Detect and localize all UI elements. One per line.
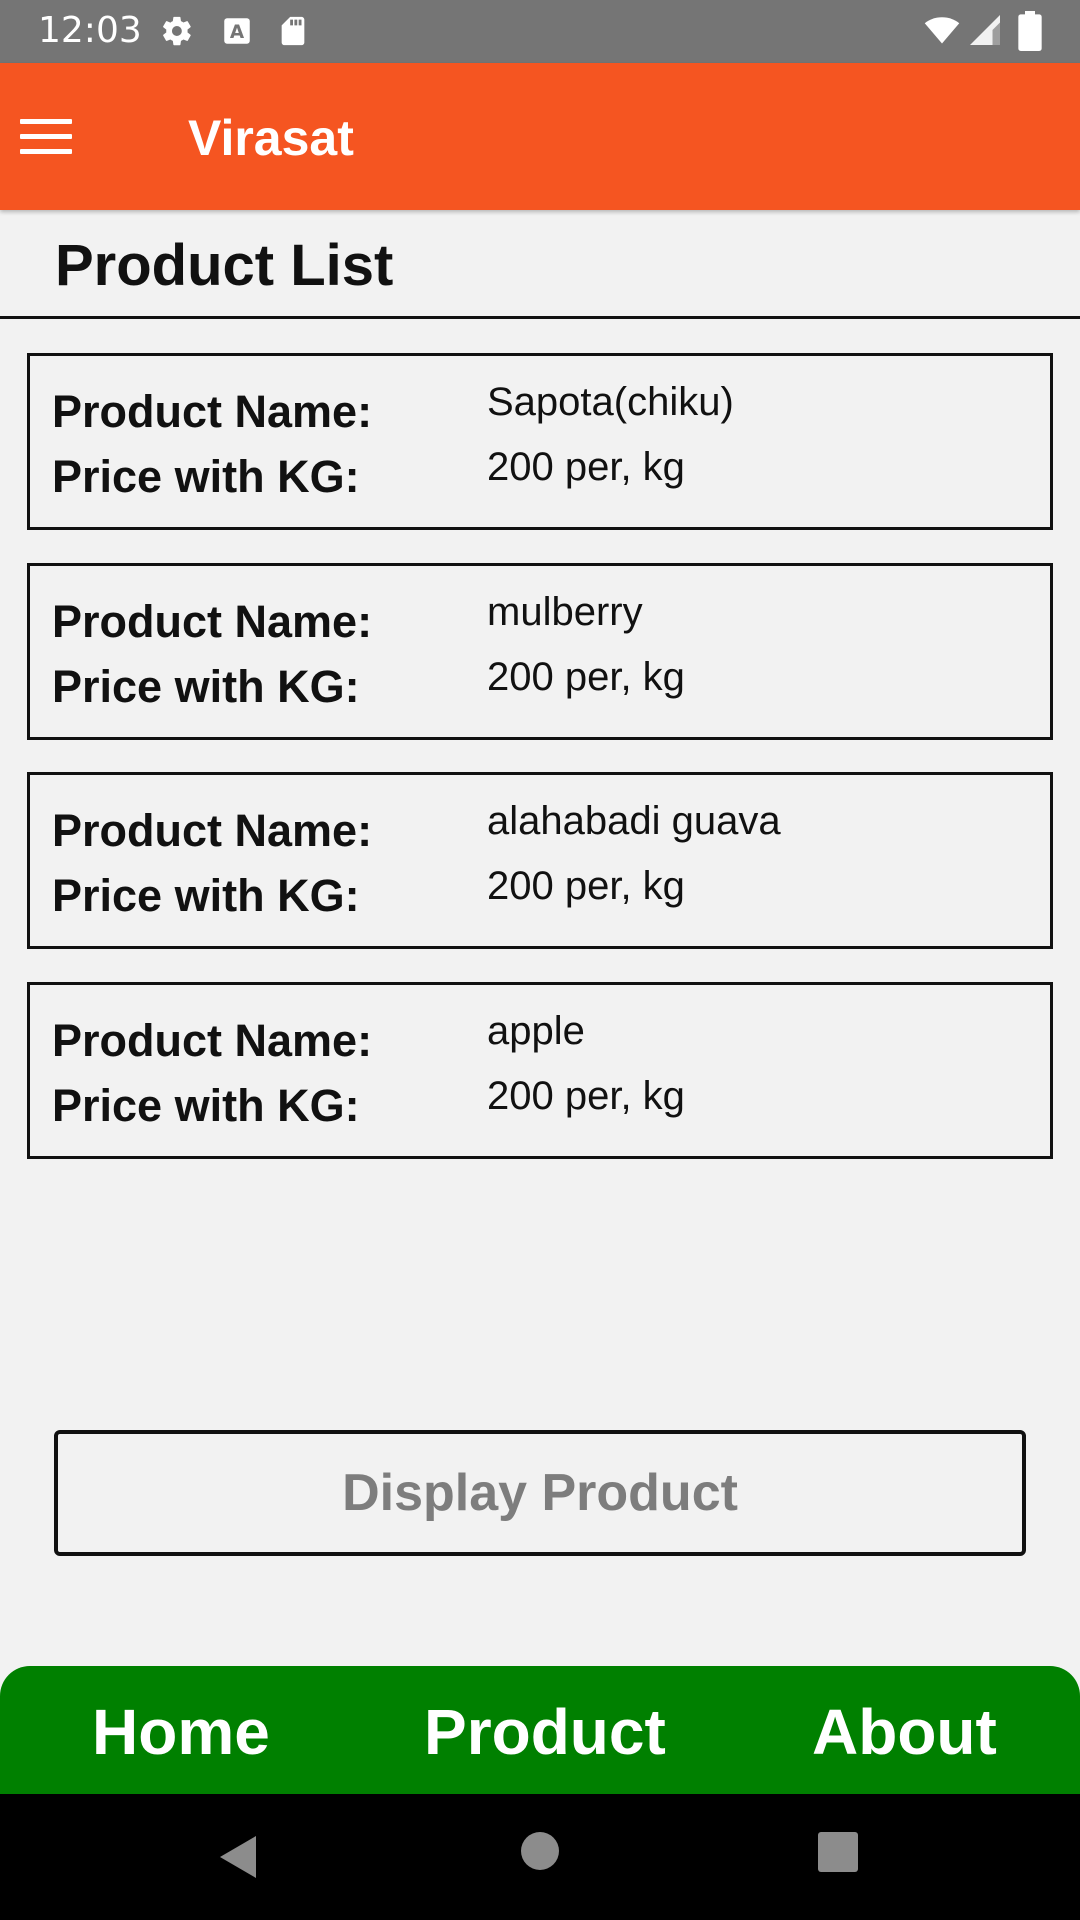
sd-card-icon xyxy=(281,16,305,46)
product-price-label: Price with KG: xyxy=(52,451,360,502)
product-name-value: Sapota(chiku) xyxy=(487,380,734,424)
bottom-nav: Home Product About xyxy=(0,1666,1080,1794)
product-card: Product Name: Sapota(chiku) Price with K… xyxy=(27,353,1053,530)
product-price-label: Price with KG: xyxy=(52,870,360,921)
signal-icon xyxy=(970,15,1000,45)
wifi-icon xyxy=(924,17,960,44)
svg-text:A: A xyxy=(230,22,245,43)
nav-item-product[interactable]: Product xyxy=(424,1696,666,1768)
settings-icon xyxy=(163,16,191,46)
product-price-value: 200 per, kg xyxy=(487,1074,685,1118)
product-name-label: Product Name: xyxy=(52,596,373,647)
product-price-value: 200 per, kg xyxy=(487,655,685,699)
home-circle-icon[interactable] xyxy=(520,1831,560,1871)
page-title: Product List xyxy=(55,233,394,298)
status-time: 12:03 xyxy=(38,10,142,51)
product-name-label: Product Name: xyxy=(52,386,373,437)
app-bar: Virasat xyxy=(0,63,1080,210)
a-notification-icon: A xyxy=(224,18,250,44)
product-price-label: Price with KG: xyxy=(52,661,360,712)
title-divider xyxy=(0,316,1080,319)
product-name-label: Product Name: xyxy=(52,805,373,856)
system-nav-bar xyxy=(0,1794,1080,1920)
product-price-label: Price with KG: xyxy=(52,1080,360,1131)
product-name-value: apple xyxy=(487,1009,585,1053)
app-title: Virasat xyxy=(188,110,354,166)
product-name-value: mulberry xyxy=(487,590,643,634)
product-card: Product Name: apple Price with KG: 200 p… xyxy=(27,982,1053,1159)
recents-icon[interactable] xyxy=(818,1832,858,1872)
display-product-button[interactable]: Display Product xyxy=(54,1430,1026,1556)
back-icon[interactable] xyxy=(216,1834,260,1880)
battery-icon xyxy=(1018,11,1042,51)
status-bar: 12:03 A xyxy=(0,0,1080,63)
product-name-label: Product Name: xyxy=(52,1015,373,1066)
product-card: Product Name: alahabadi guava Price with… xyxy=(27,772,1053,949)
product-price-value: 200 per, kg xyxy=(487,864,685,908)
product-name-value: alahabadi guava xyxy=(487,799,781,843)
nav-item-home[interactable]: Home xyxy=(92,1696,270,1768)
nav-item-about[interactable]: About xyxy=(812,1696,997,1768)
product-card: Product Name: mulberry Price with KG: 20… xyxy=(27,563,1053,740)
product-price-value: 200 per, kg xyxy=(487,445,685,489)
menu-icon[interactable] xyxy=(20,119,72,155)
